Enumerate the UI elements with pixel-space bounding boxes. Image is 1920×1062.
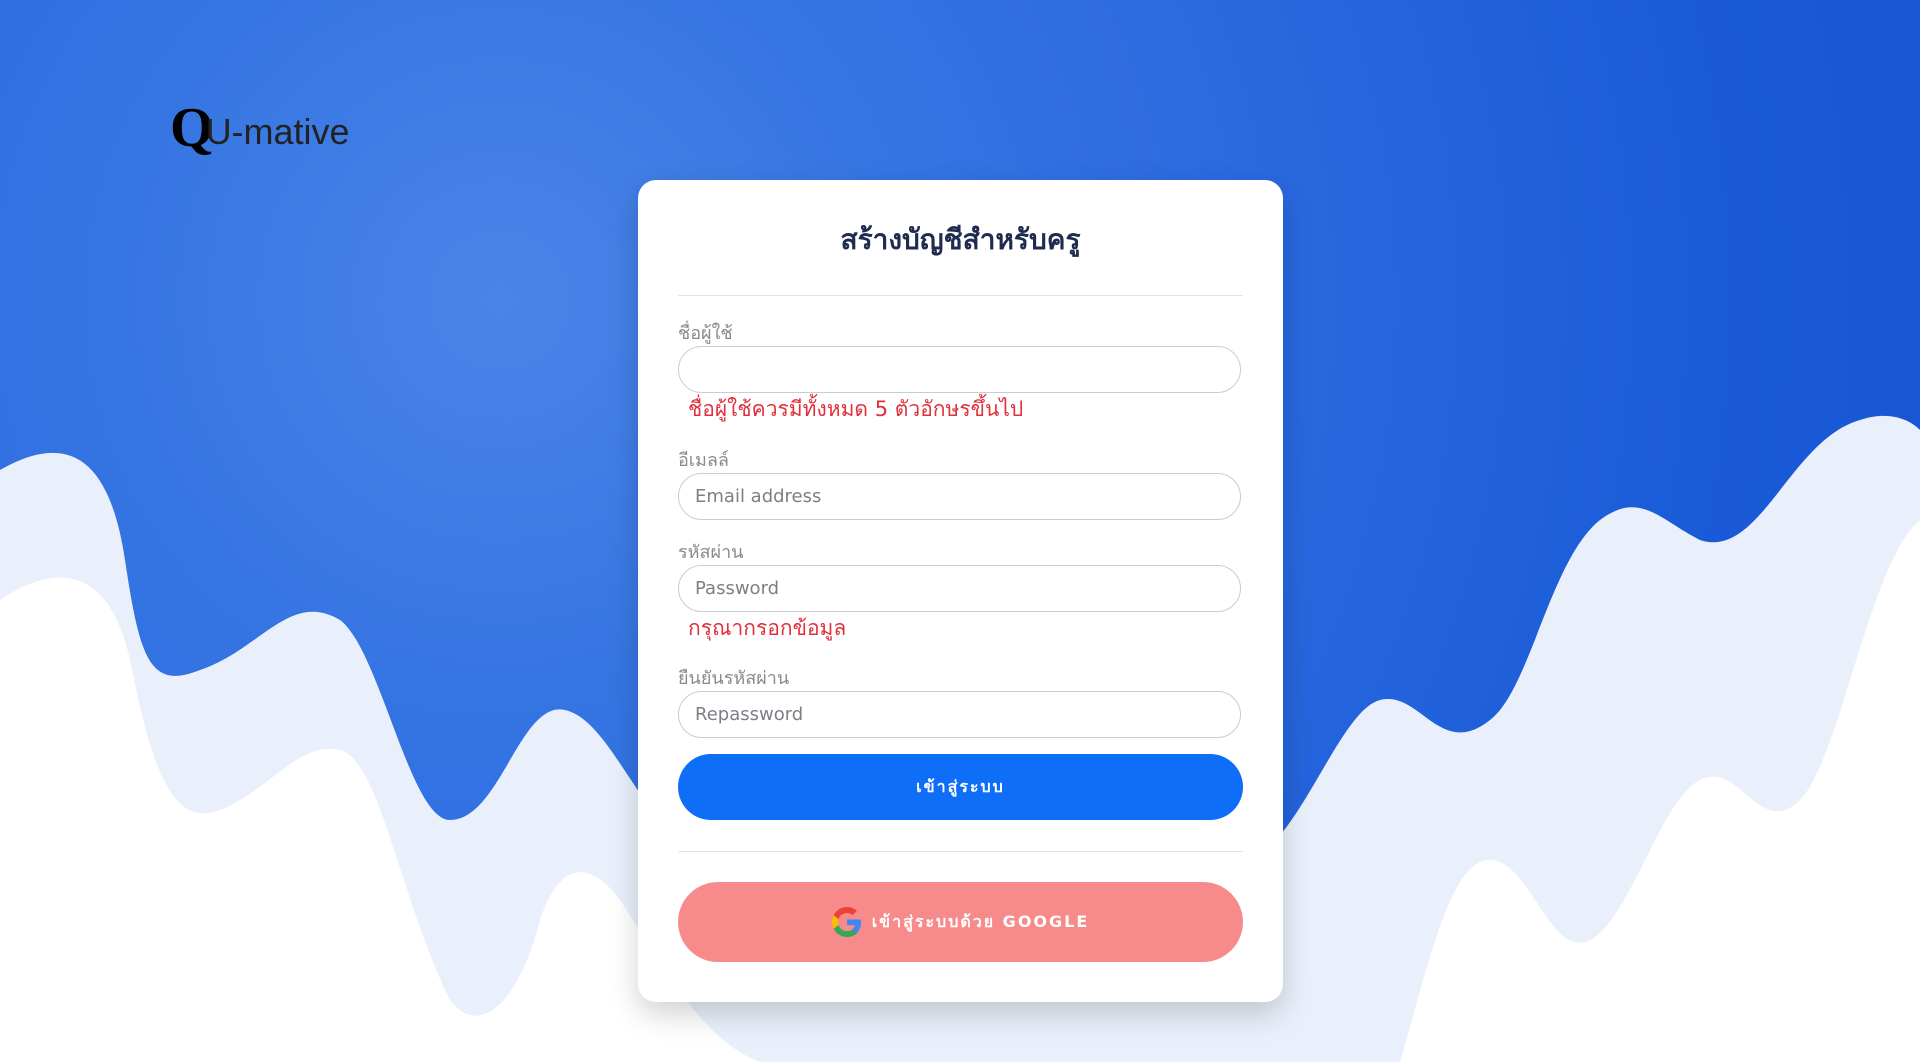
google-signin-button[interactable]: เข้าสู่ระบบด้วย GOOGLE [678,882,1243,962]
password-label: รหัสผ่าน [678,542,744,563]
username-input[interactable] [678,346,1241,393]
signup-submit-button[interactable]: เข้าสู่ระบบ [678,754,1243,820]
qu-mative-logo[interactable]: Q U-mative [170,100,350,156]
logo-text: U-mative [205,111,350,152]
email-input[interactable] [678,473,1241,520]
repassword-input[interactable] [678,691,1241,738]
submit-button-label: เข้าสู่ระบบ [916,776,1005,796]
password-error: กรุณากรอกข้อมูล [688,616,847,640]
page-title: สร้างบัญชีสำหรับครู [840,223,1081,256]
signup-card: สร้างบัญชีสำหรับครู ชื่อผู้ใช้ ชื่อผู้ใช… [638,180,1283,1002]
password-input[interactable] [678,565,1241,612]
email-label: อีเมลล์ [678,450,729,471]
repassword-label: ยืนยันรหัสผ่าน [678,668,790,689]
username-error: ชื่อผู้ใช้ควรมีทั้งหมด 5 ตัวอักษรขึ้นไป [688,397,1024,421]
page: Q U-mative สร้างบัญชีสำหรับครู ชื่อผู้ใช… [0,0,1920,1062]
google-icon [831,907,861,937]
button-divider [678,851,1243,852]
username-label: ชื่อผู้ใช้ [678,323,733,344]
title-divider [678,295,1243,296]
google-button-label: เข้าสู่ระบบด้วย GOOGLE [871,911,1090,931]
